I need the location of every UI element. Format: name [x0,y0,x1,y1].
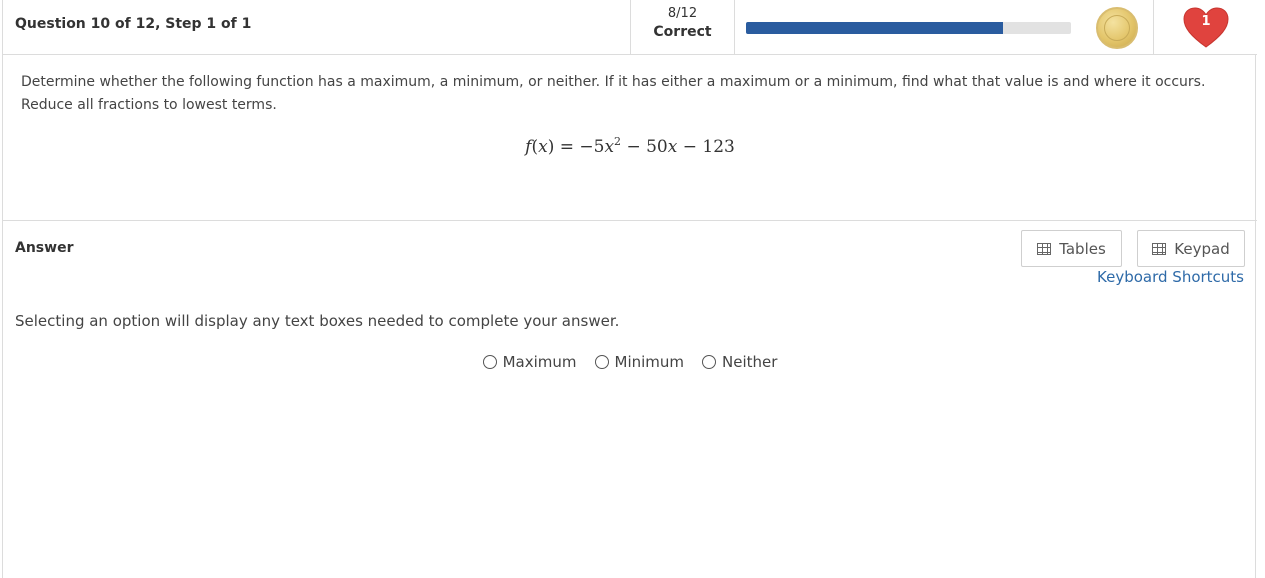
option-neither-label: Neither [722,353,778,371]
score-fraction: 8/12 [667,6,698,21]
question-title: Question 10 of 12, Step 1 of 1 [15,16,252,32]
formula-eq: = −5 [554,137,605,157]
progress-bar [746,22,1071,34]
radio-minimum[interactable] [594,355,609,369]
answer-instructions: Selecting an option will display any tex… [15,312,620,330]
question-prompt: Determine whether the following function… [21,74,1206,113]
option-minimum[interactable]: Minimum [594,353,685,371]
formula-x: x [538,137,548,157]
calculator-icon [1152,242,1167,255]
keypad-button[interactable]: Keypad [1137,230,1245,267]
option-maximum-label: Maximum [502,353,577,371]
answer-label: Answer [15,240,74,256]
tables-button[interactable]: Tables [1021,230,1122,267]
question-section: Determine whether the following function… [3,55,1257,221]
coin-inner-ring [1104,15,1130,41]
table-icon [1037,242,1052,255]
score-box: 8/12 Correct [630,0,735,54]
option-maximum[interactable]: Maximum [482,353,577,371]
keyboard-shortcuts-link[interactable]: Keyboard Shortcuts [1097,268,1244,286]
formula-exponent: 2 [614,135,622,148]
header-bar: Question 10 of 12, Step 1 of 1 8/12 Corr… [3,0,1257,55]
coin-box [1071,0,1153,54]
function-formula: f(x) = −5x2 − 50x − 123 [525,135,735,157]
formula-tail: − 123 [677,137,735,157]
formula-x2: x [604,137,615,157]
score-label: Correct [653,24,712,40]
radio-maximum[interactable] [482,355,497,369]
answer-options: Maximum Minimum Neither [3,353,1257,371]
radio-neither[interactable] [702,355,717,369]
coin-icon [1096,7,1138,49]
formula-mid: − 50 [621,137,668,157]
option-neither[interactable]: Neither [702,353,777,371]
progress-fill [746,22,1003,34]
hearts-count: 1 [1201,14,1211,29]
lives-box: 1 [1153,0,1257,54]
formula-x3: x [667,137,678,157]
keypad-button-label: Keypad [1174,239,1230,258]
formula-f: f [525,137,532,157]
page-frame: Question 10 of 12, Step 1 of 1 8/12 Corr… [2,0,1257,578]
option-minimum-label: Minimum [614,353,685,371]
tables-button-label: Tables [1059,239,1106,258]
